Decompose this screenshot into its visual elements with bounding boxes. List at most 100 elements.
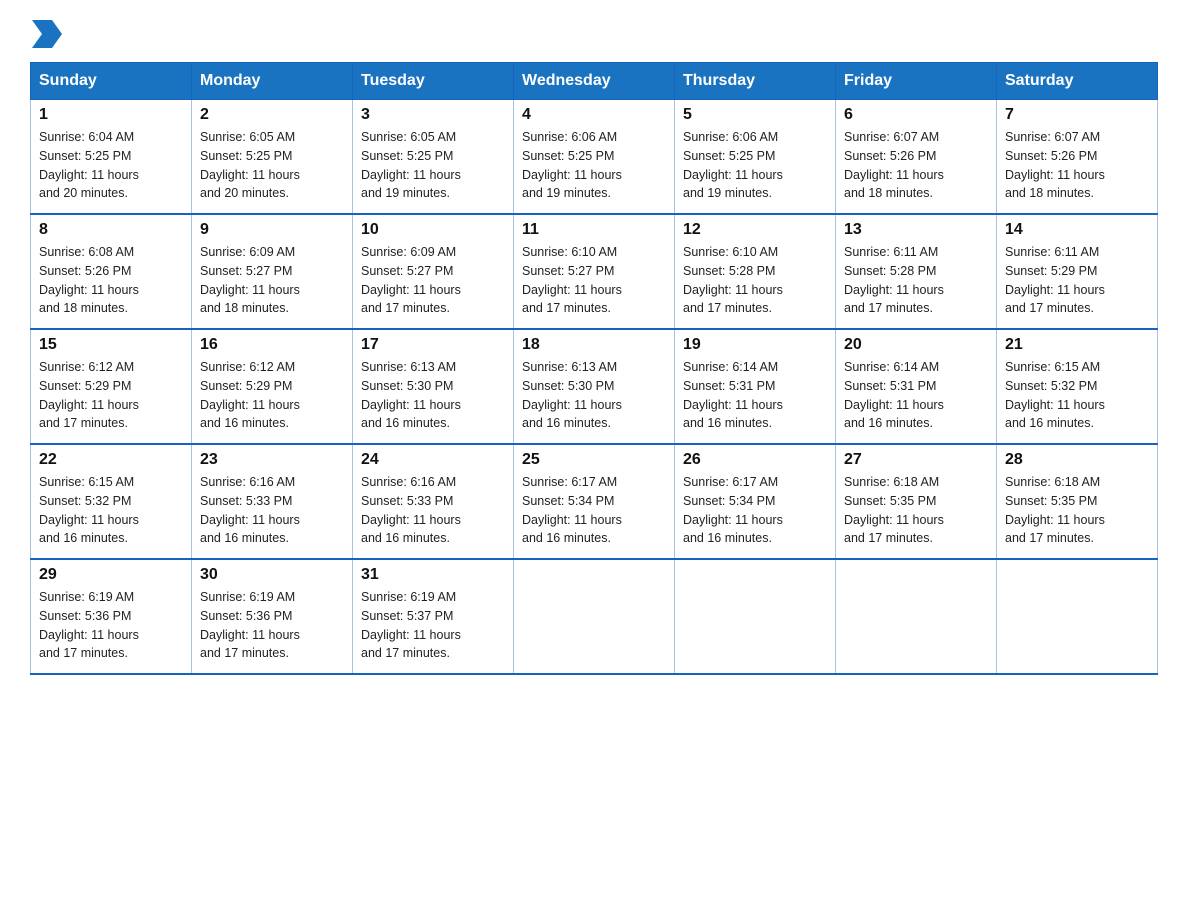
day-info: Sunrise: 6:06 AMSunset: 5:25 PMDaylight:… — [683, 128, 827, 203]
day-cell: 16 Sunrise: 6:12 AMSunset: 5:29 PMDaylig… — [192, 329, 353, 444]
day-number: 19 — [683, 336, 827, 354]
day-info: Sunrise: 6:12 AMSunset: 5:29 PMDaylight:… — [39, 358, 183, 433]
day-number: 25 — [522, 451, 666, 469]
day-cell: 20 Sunrise: 6:14 AMSunset: 5:31 PMDaylig… — [836, 329, 997, 444]
day-info: Sunrise: 6:16 AMSunset: 5:33 PMDaylight:… — [200, 473, 344, 548]
day-number: 28 — [1005, 451, 1149, 469]
day-cell: 6 Sunrise: 6:07 AMSunset: 5:26 PMDayligh… — [836, 100, 997, 215]
day-info: Sunrise: 6:13 AMSunset: 5:30 PMDaylight:… — [522, 358, 666, 433]
day-number: 15 — [39, 336, 183, 354]
day-cell: 26 Sunrise: 6:17 AMSunset: 5:34 PMDaylig… — [675, 444, 836, 559]
day-number: 5 — [683, 106, 827, 124]
day-cell: 23 Sunrise: 6:16 AMSunset: 5:33 PMDaylig… — [192, 444, 353, 559]
week-row-5: 29 Sunrise: 6:19 AMSunset: 5:36 PMDaylig… — [31, 559, 1158, 674]
day-info: Sunrise: 6:17 AMSunset: 5:34 PMDaylight:… — [522, 473, 666, 548]
day-info: Sunrise: 6:05 AMSunset: 5:25 PMDaylight:… — [361, 128, 505, 203]
day-cell: 31 Sunrise: 6:19 AMSunset: 5:37 PMDaylig… — [353, 559, 514, 674]
day-info: Sunrise: 6:11 AMSunset: 5:28 PMDaylight:… — [844, 243, 988, 318]
day-number: 22 — [39, 451, 183, 469]
day-number: 6 — [844, 106, 988, 124]
day-info: Sunrise: 6:15 AMSunset: 5:32 PMDaylight:… — [1005, 358, 1149, 433]
day-info: Sunrise: 6:07 AMSunset: 5:26 PMDaylight:… — [1005, 128, 1149, 203]
day-info: Sunrise: 6:11 AMSunset: 5:29 PMDaylight:… — [1005, 243, 1149, 318]
day-cell — [997, 559, 1158, 674]
day-cell: 22 Sunrise: 6:15 AMSunset: 5:32 PMDaylig… — [31, 444, 192, 559]
day-info: Sunrise: 6:14 AMSunset: 5:31 PMDaylight:… — [683, 358, 827, 433]
col-header-tuesday: Tuesday — [353, 63, 514, 100]
day-info: Sunrise: 6:18 AMSunset: 5:35 PMDaylight:… — [844, 473, 988, 548]
day-cell: 25 Sunrise: 6:17 AMSunset: 5:34 PMDaylig… — [514, 444, 675, 559]
day-number: 11 — [522, 221, 666, 239]
week-row-2: 8 Sunrise: 6:08 AMSunset: 5:26 PMDayligh… — [31, 214, 1158, 329]
day-number: 30 — [200, 566, 344, 584]
day-cell — [514, 559, 675, 674]
day-cell: 4 Sunrise: 6:06 AMSunset: 5:25 PMDayligh… — [514, 100, 675, 215]
day-info: Sunrise: 6:10 AMSunset: 5:28 PMDaylight:… — [683, 243, 827, 318]
week-row-1: 1 Sunrise: 6:04 AMSunset: 5:25 PMDayligh… — [31, 100, 1158, 215]
day-info: Sunrise: 6:05 AMSunset: 5:25 PMDaylight:… — [200, 128, 344, 203]
day-number: 2 — [200, 106, 344, 124]
day-cell: 3 Sunrise: 6:05 AMSunset: 5:25 PMDayligh… — [353, 100, 514, 215]
day-cell: 2 Sunrise: 6:05 AMSunset: 5:25 PMDayligh… — [192, 100, 353, 215]
week-row-3: 15 Sunrise: 6:12 AMSunset: 5:29 PMDaylig… — [31, 329, 1158, 444]
col-header-friday: Friday — [836, 63, 997, 100]
day-info: Sunrise: 6:10 AMSunset: 5:27 PMDaylight:… — [522, 243, 666, 318]
day-cell: 21 Sunrise: 6:15 AMSunset: 5:32 PMDaylig… — [997, 329, 1158, 444]
day-cell: 18 Sunrise: 6:13 AMSunset: 5:30 PMDaylig… — [514, 329, 675, 444]
day-info: Sunrise: 6:09 AMSunset: 5:27 PMDaylight:… — [200, 243, 344, 318]
day-info: Sunrise: 6:19 AMSunset: 5:37 PMDaylight:… — [361, 588, 505, 663]
day-cell — [836, 559, 997, 674]
day-cell — [675, 559, 836, 674]
day-number: 31 — [361, 566, 505, 584]
day-number: 12 — [683, 221, 827, 239]
calendar-header-row: SundayMondayTuesdayWednesdayThursdayFrid… — [31, 63, 1158, 100]
logo-arrow-icon — [32, 20, 62, 48]
day-cell: 14 Sunrise: 6:11 AMSunset: 5:29 PMDaylig… — [997, 214, 1158, 329]
logo — [30, 20, 62, 44]
day-number: 26 — [683, 451, 827, 469]
col-header-wednesday: Wednesday — [514, 63, 675, 100]
day-cell: 19 Sunrise: 6:14 AMSunset: 5:31 PMDaylig… — [675, 329, 836, 444]
day-number: 23 — [200, 451, 344, 469]
day-info: Sunrise: 6:13 AMSunset: 5:30 PMDaylight:… — [361, 358, 505, 433]
day-number: 13 — [844, 221, 988, 239]
day-cell: 12 Sunrise: 6:10 AMSunset: 5:28 PMDaylig… — [675, 214, 836, 329]
day-cell: 13 Sunrise: 6:11 AMSunset: 5:28 PMDaylig… — [836, 214, 997, 329]
day-number: 3 — [361, 106, 505, 124]
day-number: 8 — [39, 221, 183, 239]
day-cell: 17 Sunrise: 6:13 AMSunset: 5:30 PMDaylig… — [353, 329, 514, 444]
day-number: 4 — [522, 106, 666, 124]
day-cell: 29 Sunrise: 6:19 AMSunset: 5:36 PMDaylig… — [31, 559, 192, 674]
day-number: 29 — [39, 566, 183, 584]
day-cell: 15 Sunrise: 6:12 AMSunset: 5:29 PMDaylig… — [31, 329, 192, 444]
day-cell: 30 Sunrise: 6:19 AMSunset: 5:36 PMDaylig… — [192, 559, 353, 674]
col-header-sunday: Sunday — [31, 63, 192, 100]
day-number: 20 — [844, 336, 988, 354]
col-header-monday: Monday — [192, 63, 353, 100]
day-info: Sunrise: 6:14 AMSunset: 5:31 PMDaylight:… — [844, 358, 988, 433]
day-cell: 10 Sunrise: 6:09 AMSunset: 5:27 PMDaylig… — [353, 214, 514, 329]
day-info: Sunrise: 6:16 AMSunset: 5:33 PMDaylight:… — [361, 473, 505, 548]
day-number: 16 — [200, 336, 344, 354]
day-number: 10 — [361, 221, 505, 239]
day-cell: 24 Sunrise: 6:16 AMSunset: 5:33 PMDaylig… — [353, 444, 514, 559]
day-info: Sunrise: 6:18 AMSunset: 5:35 PMDaylight:… — [1005, 473, 1149, 548]
day-number: 17 — [361, 336, 505, 354]
day-number: 1 — [39, 106, 183, 124]
day-cell: 9 Sunrise: 6:09 AMSunset: 5:27 PMDayligh… — [192, 214, 353, 329]
day-number: 27 — [844, 451, 988, 469]
day-number: 14 — [1005, 221, 1149, 239]
day-info: Sunrise: 6:15 AMSunset: 5:32 PMDaylight:… — [39, 473, 183, 548]
day-cell: 5 Sunrise: 6:06 AMSunset: 5:25 PMDayligh… — [675, 100, 836, 215]
day-number: 24 — [361, 451, 505, 469]
day-cell: 28 Sunrise: 6:18 AMSunset: 5:35 PMDaylig… — [997, 444, 1158, 559]
day-info: Sunrise: 6:09 AMSunset: 5:27 PMDaylight:… — [361, 243, 505, 318]
day-info: Sunrise: 6:17 AMSunset: 5:34 PMDaylight:… — [683, 473, 827, 548]
col-header-thursday: Thursday — [675, 63, 836, 100]
day-number: 7 — [1005, 106, 1149, 124]
day-cell: 27 Sunrise: 6:18 AMSunset: 5:35 PMDaylig… — [836, 444, 997, 559]
day-cell: 11 Sunrise: 6:10 AMSunset: 5:27 PMDaylig… — [514, 214, 675, 329]
day-info: Sunrise: 6:19 AMSunset: 5:36 PMDaylight:… — [39, 588, 183, 663]
col-header-saturday: Saturday — [997, 63, 1158, 100]
day-info: Sunrise: 6:04 AMSunset: 5:25 PMDaylight:… — [39, 128, 183, 203]
